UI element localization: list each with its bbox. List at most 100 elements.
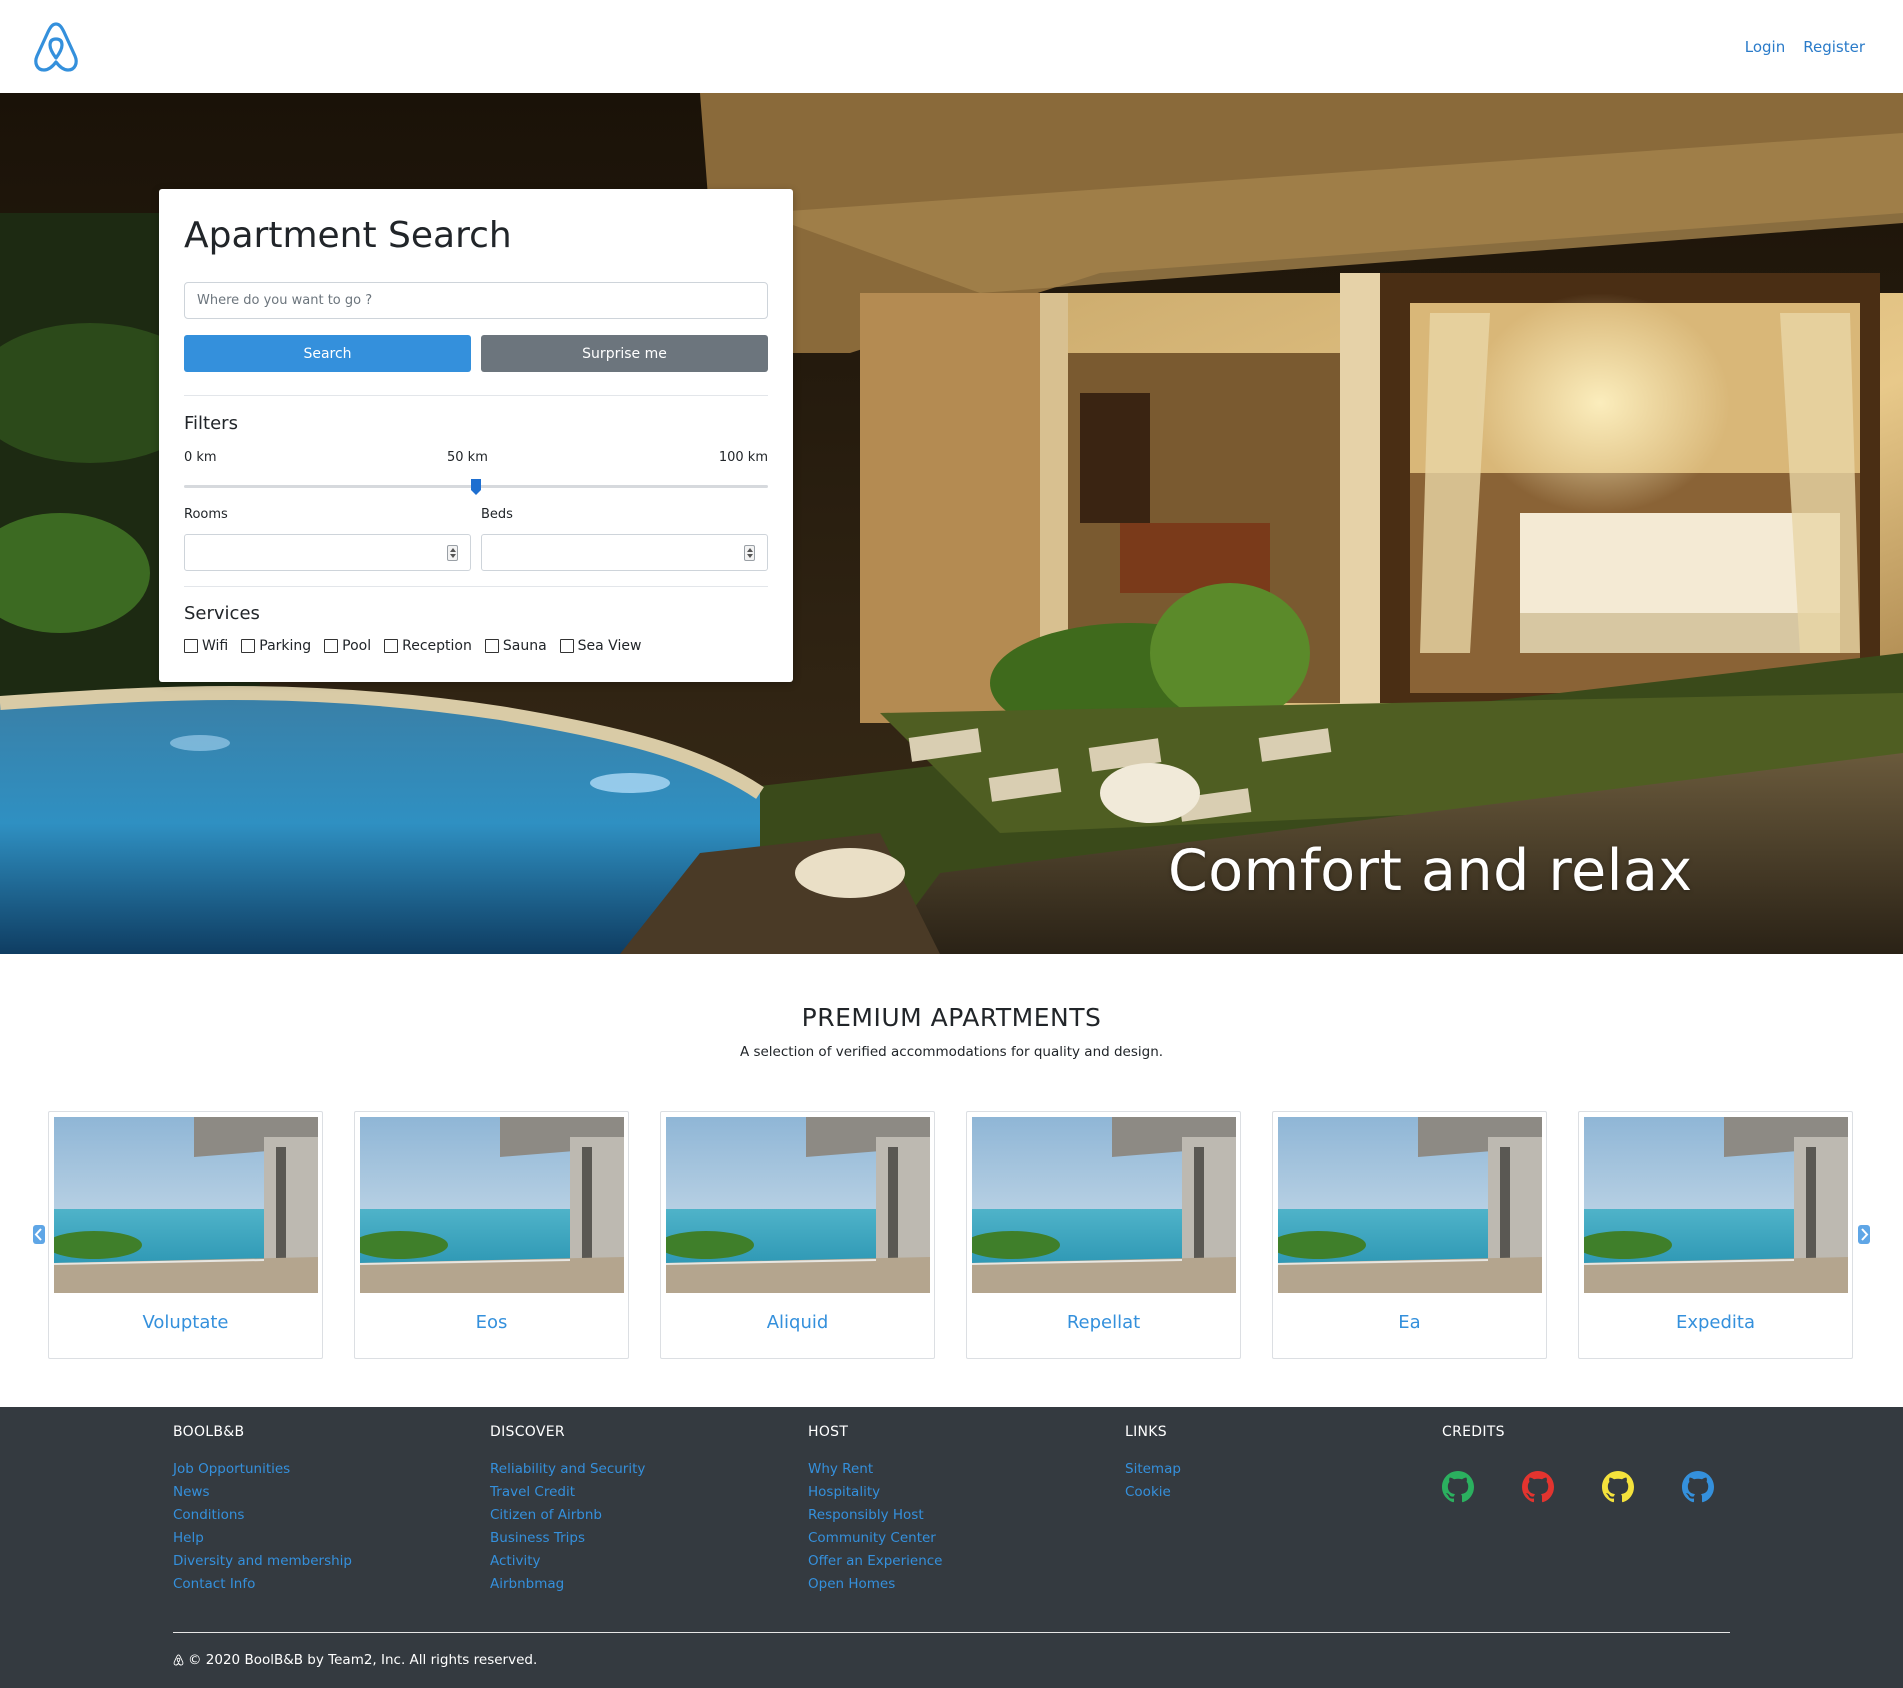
service-pool[interactable]: Pool [324,638,371,654]
apartment-name[interactable]: Repellat [967,1312,1240,1333]
apartment-name[interactable]: Voluptate [49,1312,322,1333]
footer-link[interactable]: Contact Info [173,1573,352,1596]
checkbox[interactable] [241,639,256,653]
stepper-icon[interactable] [744,545,755,561]
sea-view-image [1278,1117,1542,1293]
premium-section-subtitle: A selection of verified accommodations f… [739,1044,1164,1060]
footer-column-title: CREDITS [1442,1424,1505,1440]
footer-column-host: HOST Why Rent Hospitality Responsibly Ho… [808,1424,942,1596]
footer-column-links: LINKS Sitemap Cookie [1125,1424,1181,1504]
login-link[interactable]: Login [1745,38,1785,56]
footer-link[interactable]: Diversity and membership [173,1550,352,1573]
checkbox[interactable] [384,639,399,653]
filters-title: Filters [184,413,238,434]
sea-view-image [1584,1117,1848,1293]
footer-link[interactable]: Travel Credit [490,1481,645,1504]
footer-link[interactable]: Responsibly Host [808,1504,942,1527]
footer-link[interactable]: Cookie [1125,1481,1181,1504]
apartment-name[interactable]: Expedita [1579,1312,1852,1333]
beds-label: Beds [481,507,513,522]
register-link[interactable]: Register [1803,38,1865,56]
apartment-card[interactable]: Aliquid [660,1111,935,1359]
hero-banner: Comfort and relax Apartment Search Searc… [0,93,1903,954]
apartment-card[interactable]: Eos [354,1111,629,1359]
service-sea-view[interactable]: Sea View [559,638,641,654]
footer-link[interactable]: Help [173,1527,352,1550]
sea-view-image [360,1117,624,1293]
github-icon[interactable] [1522,1471,1554,1503]
footer-link[interactable]: Open Homes [808,1573,942,1596]
apartment-card[interactable]: Expedita [1578,1111,1853,1359]
airbnb-logo-icon[interactable] [31,20,81,74]
service-parking[interactable]: Parking [241,638,311,654]
footer-divider [173,1632,1730,1633]
footer-column-boolbnb: BOOLB&B Job Opportunities News Condition… [173,1424,352,1596]
beds-number-input[interactable] [481,534,768,571]
footer-column-title: DISCOVER [490,1424,565,1440]
range-max-label: 100 km [718,450,768,465]
apartment-search-card: Apartment Search Search Surprise me Filt… [159,189,793,682]
service-reception[interactable]: Reception [384,638,472,654]
footer-link[interactable]: Job Opportunities [173,1458,352,1481]
premium-apartments-carousel: Voluptate Eos Aliquid Repellat Ea Expedi… [48,1111,1854,1359]
stepper-icon[interactable] [447,545,458,561]
sea-view-image [666,1117,930,1293]
service-sauna[interactable]: Sauna [484,638,547,654]
checkbox[interactable] [559,639,574,653]
range-min-label: 0 km [184,450,217,465]
footer-link[interactable]: Conditions [173,1504,352,1527]
footer-link[interactable]: Airbnbmag [490,1573,645,1596]
github-icon[interactable] [1442,1471,1474,1503]
search-button[interactable]: Search [184,335,471,372]
surprise-me-button[interactable]: Surprise me [481,335,768,372]
site-footer: BOOLB&B Job Opportunities News Condition… [0,1407,1903,1688]
footer-column-credits: CREDITS [1442,1424,1505,1458]
sea-view-image [972,1117,1236,1293]
services-title: Services [184,603,260,624]
copyright: © 2020 BoolB&B by Team2, Inc. All rights… [173,1652,537,1668]
footer-column-title: BOOLB&B [173,1424,245,1440]
destination-input[interactable] [184,282,768,319]
divider [184,586,768,587]
footer-link[interactable]: Hospitality [808,1481,942,1504]
rooms-number-input[interactable] [184,534,471,571]
carousel-next-arrow-icon[interactable] [1858,1225,1870,1244]
footer-link[interactable]: Sitemap [1125,1458,1181,1481]
footer-link[interactable]: News [173,1481,352,1504]
distance-slider-handle[interactable] [470,478,482,496]
footer-column-title: HOST [808,1424,849,1440]
footer-link[interactable]: Citizen of Airbnb [490,1504,645,1527]
apartment-photo[interactable] [54,1117,318,1293]
hero-caption: Comfort and relax [1168,838,1693,904]
apartment-name[interactable]: Ea [1273,1312,1546,1333]
service-wifi[interactable]: Wifi [184,638,228,654]
sea-view-image [54,1117,318,1293]
apartment-card[interactable]: Repellat [966,1111,1241,1359]
carousel-prev-arrow-icon[interactable] [33,1225,45,1244]
apartment-photo[interactable] [972,1117,1236,1293]
services-checkbox-group: Wifi Parking Pool Reception Sauna Sea Vi… [184,638,654,654]
github-icon[interactable] [1602,1471,1634,1503]
apartment-card[interactable]: Ea [1272,1111,1547,1359]
apartment-photo[interactable] [360,1117,624,1293]
search-title: Apartment Search [184,215,512,256]
copyright-text: © 2020 BoolB&B by Team2, Inc. All rights… [188,1652,538,1668]
checkbox[interactable] [184,639,198,653]
footer-link[interactable]: Why Rent [808,1458,942,1481]
apartment-photo[interactable] [1584,1117,1848,1293]
apartment-photo[interactable] [666,1117,930,1293]
apartment-name[interactable]: Aliquid [661,1312,934,1333]
github-icon[interactable] [1682,1471,1714,1503]
footer-link[interactable]: Community Center [808,1527,942,1550]
apartment-name[interactable]: Eos [355,1312,628,1333]
footer-link[interactable]: Business Trips [490,1527,645,1550]
footer-link[interactable]: Reliability and Security [490,1458,645,1481]
checkbox[interactable] [484,639,499,653]
top-navbar: Login Register [0,0,1903,93]
apartment-photo[interactable] [1278,1117,1542,1293]
footer-link[interactable]: Activity [490,1550,645,1573]
checkbox[interactable] [324,639,339,653]
apartment-card[interactable]: Voluptate [48,1111,323,1359]
range-mid-label: 50 km [447,450,488,465]
footer-link[interactable]: Offer an Experience [808,1550,942,1573]
